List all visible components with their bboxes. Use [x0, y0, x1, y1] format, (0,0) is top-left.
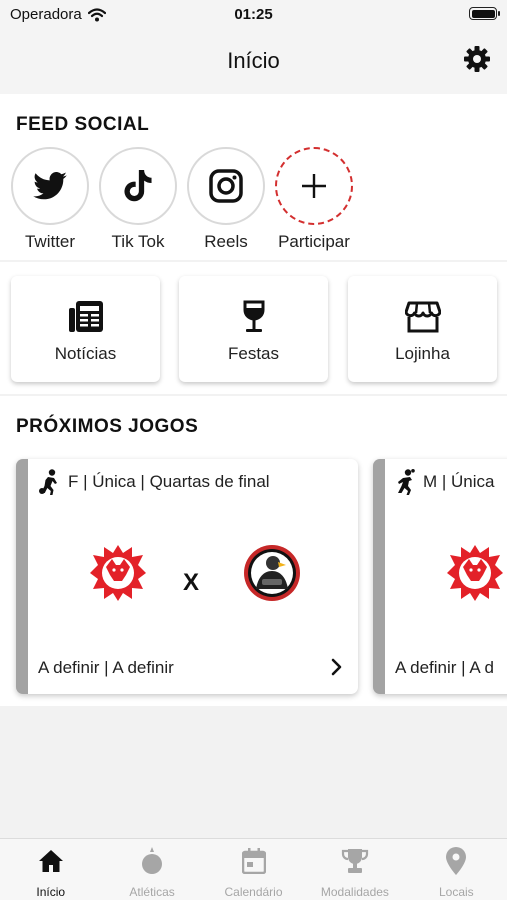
game-card[interactable]: F | Única | Quartas de final X A definir…: [16, 459, 358, 694]
reels-button[interactable]: [187, 147, 265, 225]
tab-atleticas[interactable]: Atléticas: [101, 839, 202, 900]
game-card[interactable]: M | Única A definir | A d: [373, 459, 507, 694]
game-location-date: A definir | A d: [395, 658, 494, 677]
feed-social-title: FEED SOCIAL: [16, 114, 150, 135]
tab-calendario[interactable]: Calendário: [203, 839, 304, 900]
game-header: M | Única: [395, 469, 495, 495]
tab-bar: Início Atléticas Calendário Modalidades …: [0, 838, 507, 900]
tiktok-icon: [124, 170, 152, 202]
tab-label: Modalidades: [320, 885, 389, 899]
proximos-jogos-title: PRÓXIMOS JOGOS: [16, 416, 199, 437]
tiktok-button[interactable]: [99, 147, 177, 225]
status-bar: Operadora 01:25: [0, 0, 507, 30]
social-label: Twitter: [24, 232, 76, 251]
soccer-player-icon: [39, 469, 57, 495]
home-icon: [38, 850, 63, 872]
tab-label: Início: [36, 885, 66, 899]
store-icon: [404, 301, 441, 333]
team-logo-red-wolf: [90, 545, 146, 601]
instagram-icon: [209, 169, 243, 203]
quick-link-label: Festas: [227, 344, 280, 363]
tab-label: Atléticas: [129, 885, 175, 899]
twitter-icon: [33, 172, 67, 200]
mascot-icon: [142, 847, 163, 874]
settings-button[interactable]: [463, 45, 491, 73]
plus-icon: [302, 174, 326, 198]
noticias-card[interactable]: Notícias: [11, 276, 160, 382]
versus-label: X: [183, 569, 200, 596]
quick-link-label: Notícias: [54, 344, 117, 363]
lojinha-card[interactable]: Lojinha: [348, 276, 497, 382]
game-header: F | Única | Quartas de final: [38, 469, 270, 495]
chevron-right-icon[interactable]: [328, 657, 344, 677]
team-logo-vulture: [244, 545, 300, 601]
tab-inicio[interactable]: Início: [0, 839, 101, 900]
game-location-date: A definir | A definir: [38, 658, 174, 677]
tab-label: Locais: [438, 885, 474, 899]
newspaper-icon: [68, 301, 103, 332]
status-time: 01:25: [234, 6, 273, 23]
social-label: Tik Tok: [111, 232, 165, 251]
tab-locais[interactable]: Locais: [406, 839, 507, 900]
calendar-icon: [241, 848, 266, 874]
trophy-icon: [341, 849, 369, 873]
social-item-tiktok[interactable]: Tik Tok: [93, 147, 183, 252]
festas-card[interactable]: Festas: [179, 276, 328, 382]
game-info: M | Única: [423, 472, 495, 491]
gear-icon: [464, 46, 490, 72]
tab-modalidades[interactable]: Modalidades: [304, 839, 405, 900]
participar-button[interactable]: [275, 147, 353, 225]
social-label: Participar: [278, 232, 350, 251]
wine-glass-icon: [243, 300, 264, 332]
handball-player-icon: [398, 469, 415, 495]
proximos-jogos-section: PRÓXIMOS JOGOS F | Única | Quartas de fi…: [0, 396, 507, 706]
social-item-twitter[interactable]: Twitter: [5, 147, 95, 252]
social-item-participar[interactable]: Participar: [269, 147, 359, 252]
tab-label: Calendário: [224, 885, 283, 899]
social-item-reels[interactable]: Reels: [181, 147, 271, 252]
game-info: F | Única | Quartas de final: [68, 472, 270, 491]
quick-link-label: Lojinha: [395, 344, 450, 363]
battery-icon: [469, 7, 500, 20]
team-logo-red-wolf: [447, 545, 503, 601]
location-pin-icon: [446, 847, 467, 875]
social-label: Reels: [204, 232, 248, 251]
quick-links-section: Notícias Festas Lojinha: [0, 262, 507, 394]
page-title: Início: [227, 48, 280, 73]
nav-bar: Início: [0, 30, 507, 94]
feed-social-section: FEED SOCIAL Twitter Tik Tok Reels Partic…: [0, 94, 507, 260]
twitter-button[interactable]: [11, 147, 89, 225]
